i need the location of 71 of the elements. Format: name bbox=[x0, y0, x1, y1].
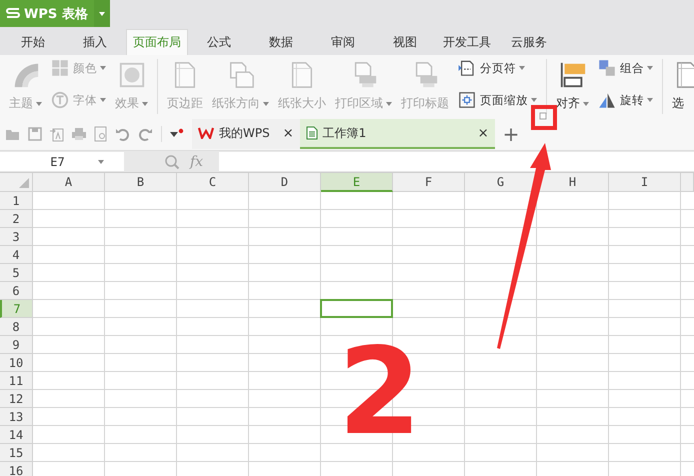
column-header[interactable]: H bbox=[537, 173, 609, 192]
row-header[interactable]: 11 bbox=[0, 372, 33, 390]
row-header[interactable]: 13 bbox=[0, 408, 33, 426]
save-icon[interactable] bbox=[27, 126, 43, 142]
row-header[interactable]: 8 bbox=[0, 318, 33, 336]
ribbon-button[interactable]: 页面缩放 bbox=[455, 91, 540, 109]
squares-icon bbox=[598, 59, 616, 77]
ribbon-tab[interactable]: 数据 bbox=[250, 29, 312, 55]
row-header[interactable]: 9 bbox=[0, 336, 33, 354]
triangles-icon bbox=[598, 91, 616, 109]
sheet-icon bbox=[306, 126, 318, 140]
ribbon-tab[interactable]: 插入 bbox=[64, 29, 126, 55]
ribbon-tab[interactable]: 云服务 bbox=[498, 29, 560, 55]
zoom-icon bbox=[458, 91, 476, 109]
column-header[interactable]: B bbox=[105, 173, 177, 192]
magnifier-icon[interactable] bbox=[164, 154, 180, 170]
annotation-number: 2 bbox=[338, 323, 422, 462]
row-header[interactable]: 5 bbox=[0, 264, 33, 282]
ribbon-tab[interactable]: 开始 bbox=[2, 29, 64, 55]
ribbon-tab[interactable]: 开发工具 bbox=[436, 29, 498, 55]
redo-icon[interactable] bbox=[137, 126, 153, 142]
row-header[interactable]: 16 bbox=[0, 462, 33, 476]
ribbon-button[interactable]: 分页符 bbox=[455, 59, 540, 77]
ribbon-tab[interactable]: 审阅 bbox=[312, 29, 374, 55]
app-dropdown-button[interactable] bbox=[94, 0, 110, 27]
column-header[interactable]: D bbox=[249, 173, 321, 192]
row-header[interactable]: 1 bbox=[0, 192, 33, 210]
export-icon[interactable] bbox=[49, 126, 65, 142]
highlight-box bbox=[531, 105, 557, 130]
undo-icon[interactable] bbox=[115, 126, 131, 142]
new-tab-button[interactable]: + bbox=[502, 122, 520, 146]
document-tab[interactable]: 工作簿1 × bbox=[300, 119, 495, 149]
column-header[interactable]: F bbox=[393, 173, 465, 192]
preview-icon[interactable] bbox=[93, 126, 109, 142]
ribbon-button[interactable]: 选 bbox=[669, 59, 694, 114]
ribbon-tab[interactable]: 公式 bbox=[188, 29, 250, 55]
app-title: WPS 表格 bbox=[24, 6, 89, 22]
column-header[interactable]: G bbox=[465, 173, 537, 192]
dialog-launcher-icon[interactable] bbox=[540, 112, 546, 120]
ribbon-button[interactable]: 对齐 bbox=[553, 59, 592, 114]
row-header[interactable]: 12 bbox=[0, 390, 33, 408]
document-tab-label: 我的WPS bbox=[219, 124, 270, 142]
row-header[interactable]: 15 bbox=[0, 444, 33, 462]
ribbon-button[interactable]: 组合 bbox=[595, 59, 656, 77]
column-header[interactable] bbox=[681, 173, 694, 192]
row-header[interactable]: 14 bbox=[0, 426, 33, 444]
name-box[interactable]: E7 bbox=[0, 152, 124, 171]
w-logo-icon bbox=[198, 127, 214, 139]
document-tab[interactable]: 我的WPS × bbox=[192, 119, 300, 149]
column-header[interactable]: I bbox=[609, 173, 681, 192]
formula-input[interactable] bbox=[219, 152, 694, 171]
color-grid-icon bbox=[51, 59, 69, 77]
row-header[interactable]: 2 bbox=[0, 210, 33, 228]
document-tab-label: 工作簿1 bbox=[322, 124, 368, 142]
ribbon-tab[interactable]: 页面布局 bbox=[126, 29, 188, 55]
printer-icon[interactable] bbox=[71, 126, 87, 142]
close-tab-button[interactable]: × bbox=[282, 126, 294, 140]
circle-icon bbox=[51, 91, 69, 109]
select-all-icon[interactable] bbox=[19, 178, 29, 188]
page-break-icon bbox=[458, 59, 476, 77]
row-header[interactable]: 4 bbox=[0, 246, 33, 264]
column-header[interactable]: C bbox=[177, 173, 249, 192]
active-cell[interactable] bbox=[320, 299, 393, 318]
s-logo-icon bbox=[6, 8, 20, 20]
row-header[interactable]: 6 bbox=[0, 282, 33, 300]
ribbon-tab[interactable]: 视图 bbox=[374, 29, 436, 55]
row-header[interactable]: 10 bbox=[0, 354, 33, 372]
column-header[interactable]: A bbox=[33, 173, 105, 192]
ribbon-button[interactable]: 旋转 bbox=[595, 91, 656, 109]
close-tab-button[interactable]: × bbox=[478, 126, 489, 140]
row-header[interactable]: 3 bbox=[0, 228, 33, 246]
